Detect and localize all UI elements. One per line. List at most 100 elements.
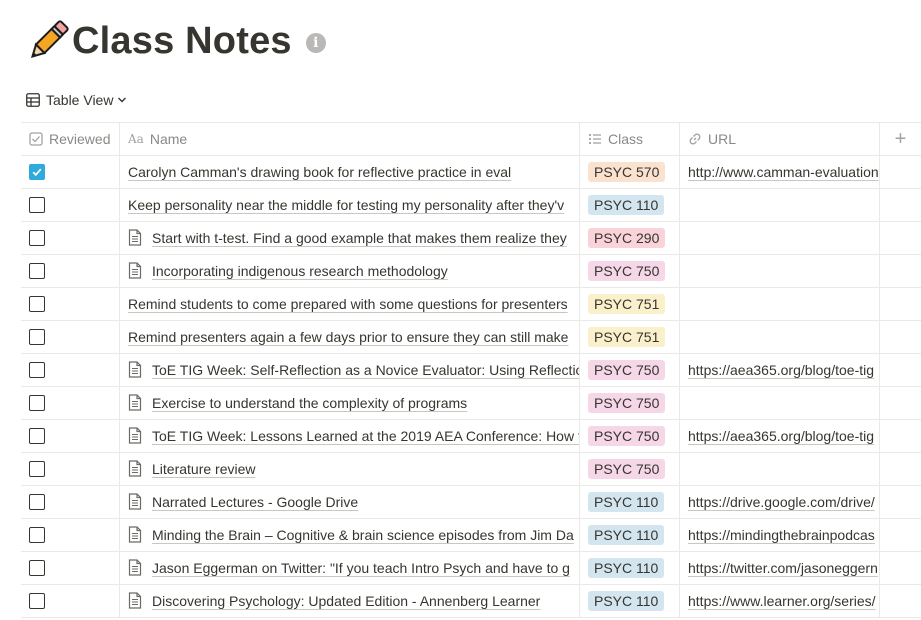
name-cell[interactable]: Minding the Brain – Cognitive & brain sc… xyxy=(120,519,580,551)
url-cell[interactable]: https://mindingthebrainpodcas xyxy=(680,519,880,551)
name-cell[interactable]: Jason Eggerman on Twitter: "If you teach… xyxy=(120,552,580,584)
column-header-name[interactable]: Aa Name xyxy=(120,123,580,155)
name-cell[interactable]: Remind presenters again a few days prior… xyxy=(120,321,580,353)
class-cell[interactable]: PSYC 750 xyxy=(580,255,680,287)
url-cell[interactable] xyxy=(680,321,880,353)
page-title-link[interactable]: ToE TIG Week: Self-Reflection as a Novic… xyxy=(152,362,579,378)
class-cell[interactable]: PSYC 751 xyxy=(580,288,680,320)
info-icon[interactable]: i xyxy=(305,33,326,53)
page-title-link[interactable]: Remind students to come prepared with so… xyxy=(128,296,568,312)
table-row[interactable]: Incorporating indigenous research method… xyxy=(21,255,921,288)
table-row[interactable]: Remind presenters again a few days prior… xyxy=(21,321,921,354)
table-row[interactable]: Narrated Lectures - Google Drive PSYC 110… xyxy=(21,486,921,519)
column-header-class[interactable]: Class xyxy=(580,123,680,155)
column-header-url[interactable]: URL xyxy=(680,123,880,155)
class-cell[interactable]: PSYC 110 xyxy=(580,189,680,221)
class-cell[interactable]: PSYC 750 xyxy=(580,387,680,419)
checkbox[interactable] xyxy=(29,593,45,609)
page-title-link[interactable]: Narrated Lectures - Google Drive xyxy=(152,494,358,510)
class-tag: PSYC 570 xyxy=(588,162,666,182)
name-cell[interactable]: ToE TIG Week: Lessons Learned at the 201… xyxy=(120,420,580,452)
page-title-link[interactable]: Remind presenters again a few days prior… xyxy=(128,329,568,345)
url-link[interactable]: https://www.learner.org/series/ xyxy=(688,593,876,609)
class-cell[interactable]: PSYC 110 xyxy=(580,486,680,518)
url-cell[interactable]: https://www.learner.org/series/ xyxy=(680,585,880,617)
checkbox[interactable] xyxy=(29,230,45,246)
name-cell[interactable]: Narrated Lectures - Google Drive xyxy=(120,486,580,518)
table-row[interactable]: Carolyn Camman's drawing book for reflec… xyxy=(21,156,921,189)
class-cell[interactable]: PSYC 110 xyxy=(580,552,680,584)
url-link[interactable]: https://mindingthebrainpodcas xyxy=(688,527,875,543)
url-link[interactable]: https://drive.google.com/drive/ xyxy=(688,494,875,510)
checkbox[interactable] xyxy=(29,461,45,477)
url-cell[interactable]: https://twitter.com/jasoneggern xyxy=(680,552,880,584)
name-cell[interactable]: Start with t-test. Find a good example t… xyxy=(120,222,580,254)
page-title-link[interactable]: Exercise to understand the complexity of… xyxy=(152,395,467,411)
url-cell[interactable] xyxy=(680,453,880,485)
checkbox[interactable] xyxy=(29,263,45,279)
name-cell[interactable]: Discovering Psychology: Updated Edition … xyxy=(120,585,580,617)
url-cell[interactable] xyxy=(680,387,880,419)
url-cell[interactable]: http://www.camman-evaluation xyxy=(680,156,880,188)
class-cell[interactable]: PSYC 110 xyxy=(580,519,680,551)
add-property-button[interactable]: + xyxy=(880,123,921,155)
url-link[interactable]: https://aea365.org/blog/toe-tig xyxy=(688,362,874,378)
class-cell[interactable]: PSYC 750 xyxy=(580,453,680,485)
table-row[interactable]: ToE TIG Week: Lessons Learned at the 201… xyxy=(21,420,921,453)
page-title-link[interactable]: Start with t-test. Find a good example t… xyxy=(152,230,567,246)
checkbox-checked[interactable] xyxy=(29,164,45,180)
page-title-link[interactable]: ToE TIG Week: Lessons Learned at the 201… xyxy=(152,428,579,444)
name-cell[interactable]: Remind students to come prepared with so… xyxy=(120,288,580,320)
checkbox[interactable] xyxy=(29,329,45,345)
url-cell[interactable]: https://aea365.org/blog/toe-tig xyxy=(680,354,880,386)
url-link[interactable]: http://www.camman-evaluation xyxy=(688,164,879,180)
class-cell[interactable]: PSYC 290 xyxy=(580,222,680,254)
page-title-link[interactable]: Discovering Psychology: Updated Edition … xyxy=(152,593,540,609)
url-cell[interactable] xyxy=(680,189,880,221)
page-title-link[interactable]: Carolyn Camman's drawing book for reflec… xyxy=(128,164,511,180)
table-row[interactable]: Jason Eggerman on Twitter: "If you teach… xyxy=(21,552,921,585)
table-row[interactable]: Minding the Brain – Cognitive & brain sc… xyxy=(21,519,921,552)
name-cell[interactable]: Exercise to understand the complexity of… xyxy=(120,387,580,419)
checkbox[interactable] xyxy=(29,197,45,213)
checkbox[interactable] xyxy=(29,362,45,378)
url-cell[interactable] xyxy=(680,222,880,254)
name-cell[interactable]: Incorporating indigenous research method… xyxy=(120,255,580,287)
checkbox[interactable] xyxy=(29,494,45,510)
page-title-link[interactable]: Literature review xyxy=(152,461,256,477)
checkbox[interactable] xyxy=(29,560,45,576)
checkbox[interactable] xyxy=(29,296,45,312)
page-title-link[interactable]: Keep personality near the middle for tes… xyxy=(128,197,564,213)
url-link[interactable]: https://twitter.com/jasoneggern xyxy=(688,560,878,576)
reviewed-cell xyxy=(21,387,120,419)
page-title-link[interactable]: Jason Eggerman on Twitter: "If you teach… xyxy=(152,560,570,576)
table-row[interactable]: ToE TIG Week: Self-Reflection as a Novic… xyxy=(21,354,921,387)
url-cell[interactable]: https://aea365.org/blog/toe-tig xyxy=(680,420,880,452)
checkbox[interactable] xyxy=(29,428,45,444)
table-row[interactable]: Remind students to come prepared with so… xyxy=(21,288,921,321)
url-link[interactable]: https://aea365.org/blog/toe-tig xyxy=(688,428,874,444)
name-cell[interactable]: ToE TIG Week: Self-Reflection as a Novic… xyxy=(120,354,580,386)
name-cell[interactable]: Literature review xyxy=(120,453,580,485)
class-cell[interactable]: PSYC 750 xyxy=(580,354,680,386)
checkbox[interactable] xyxy=(29,527,45,543)
class-cell[interactable]: PSYC 570 xyxy=(580,156,680,188)
url-cell[interactable]: https://drive.google.com/drive/ xyxy=(680,486,880,518)
class-cell[interactable]: PSYC 751 xyxy=(580,321,680,353)
checkbox[interactable] xyxy=(29,395,45,411)
url-cell[interactable] xyxy=(680,255,880,287)
page-title-link[interactable]: Minding the Brain – Cognitive & brain sc… xyxy=(152,527,574,543)
table-row[interactable]: Discovering Psychology: Updated Edition … xyxy=(21,585,921,618)
name-cell[interactable]: Keep personality near the middle for tes… xyxy=(120,189,580,221)
url-cell[interactable] xyxy=(680,288,880,320)
class-cell[interactable]: PSYC 110 xyxy=(580,585,680,617)
table-row[interactable]: Start with t-test. Find a good example t… xyxy=(21,222,921,255)
page-title-link[interactable]: Incorporating indigenous research method… xyxy=(152,263,448,279)
view-selector[interactable]: Table View xyxy=(26,90,127,110)
table-row[interactable]: Exercise to understand the complexity of… xyxy=(21,387,921,420)
table-row[interactable]: Keep personality near the middle for tes… xyxy=(21,189,921,222)
column-header-reviewed[interactable]: Reviewed xyxy=(21,123,120,155)
table-row[interactable]: Literature review PSYC 750 xyxy=(21,453,921,486)
class-cell[interactable]: PSYC 750 xyxy=(580,420,680,452)
name-cell[interactable]: Carolyn Camman's drawing book for reflec… xyxy=(120,156,580,188)
